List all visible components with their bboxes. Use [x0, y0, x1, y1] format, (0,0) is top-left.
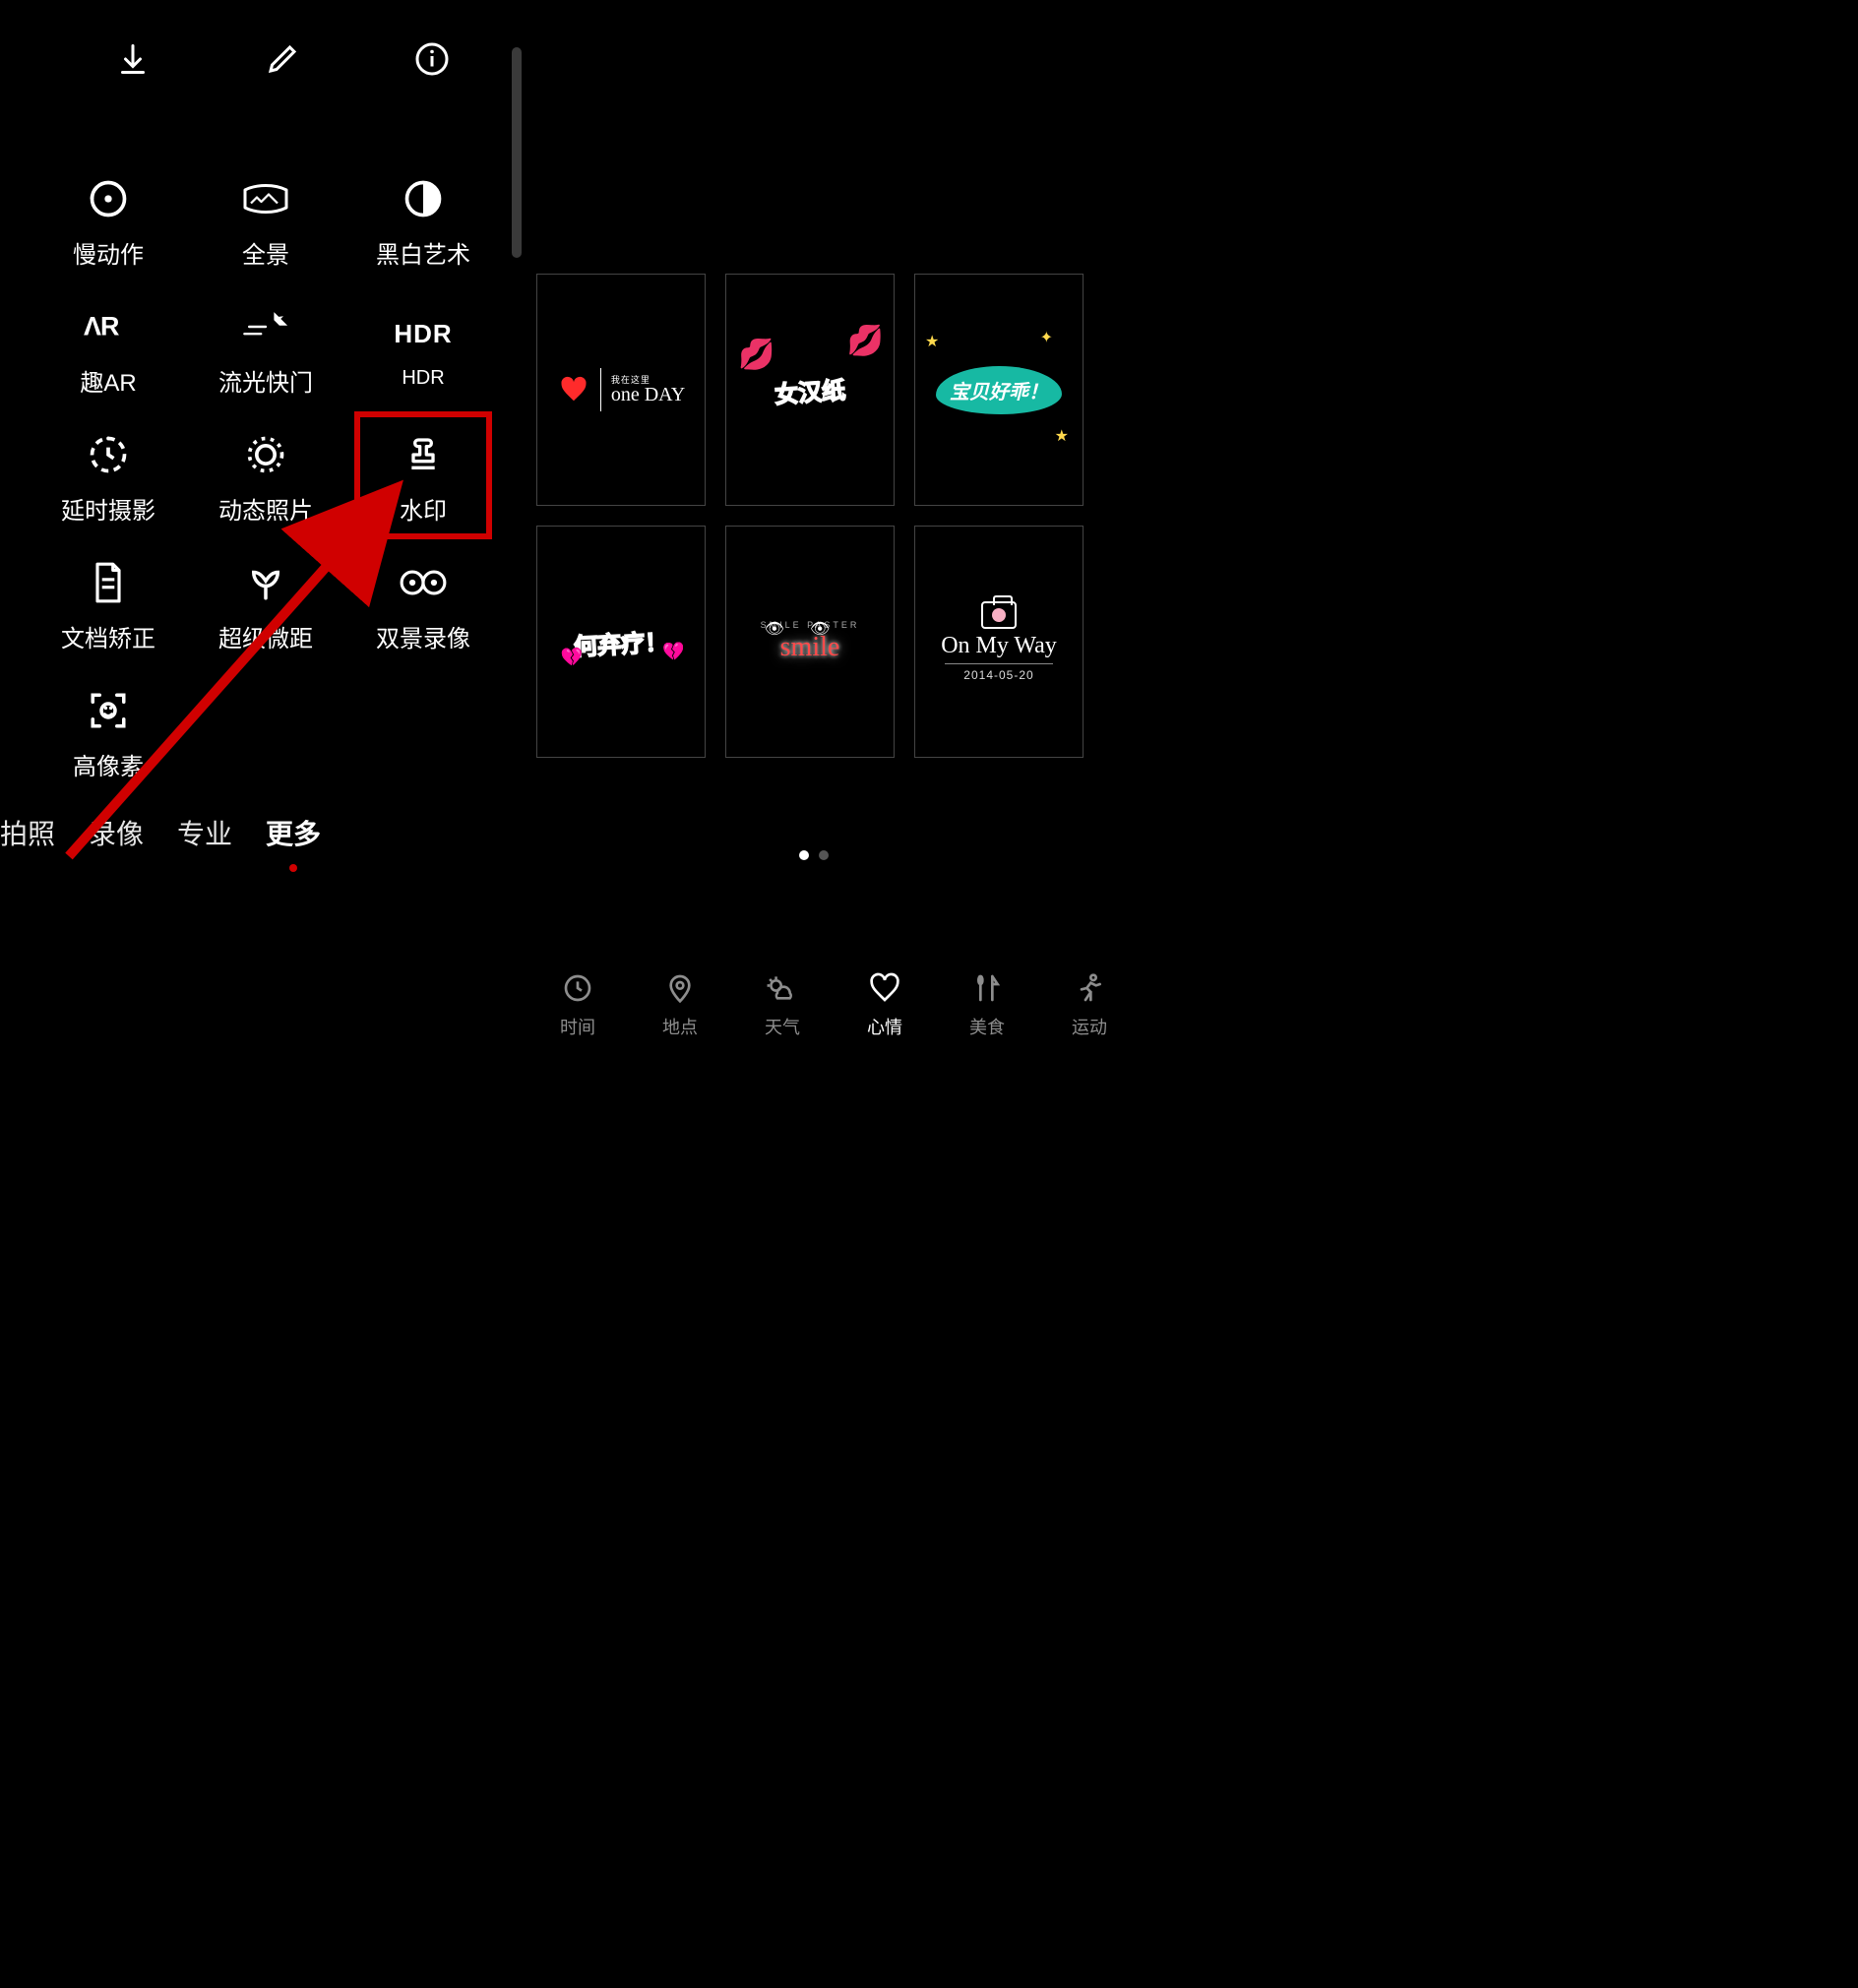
- mode-label: 高像素: [73, 747, 144, 781]
- watermark-picker: 我在这里 one DAY 💋 💋 女汉纸 ★ ★ ✦ 宝贝好乖！ 💔 何弃疗！ …: [536, 274, 1085, 776]
- weather-icon: [765, 970, 800, 1006]
- watermark-text: 女汉纸: [774, 370, 846, 409]
- tab-video[interactable]: 录像: [89, 813, 144, 852]
- category-label: 美食: [969, 1014, 1005, 1039]
- mode-label: 趣AR: [80, 363, 136, 398]
- mode-label: 慢动作: [73, 235, 144, 270]
- mode-hires[interactable]: 高像素: [30, 669, 187, 797]
- lighttrail-icon: [241, 302, 290, 351]
- mode-ar[interactable]: ΛR 趣AR: [30, 285, 187, 413]
- heart-icon: [557, 375, 590, 404]
- watermark-date: 2014-05-20: [963, 668, 1033, 682]
- location-icon: [662, 970, 698, 1006]
- mode-label: 双景录像: [376, 619, 470, 653]
- category-weather[interactable]: 天气: [751, 970, 814, 1039]
- mode-bw[interactable]: 黑白艺术: [344, 157, 502, 285]
- contrast-icon: [399, 174, 448, 223]
- category-label: 地点: [662, 1014, 698, 1039]
- mode-slowmo[interactable]: 慢动作: [30, 157, 187, 285]
- mode-hdr[interactable]: HDR HDR: [344, 285, 502, 413]
- mode-macro[interactable]: 超级微距: [187, 541, 344, 669]
- category-place[interactable]: 地点: [649, 970, 712, 1039]
- mode-movingpic[interactable]: 动态照片: [187, 413, 344, 541]
- watermark-grid: 我在这里 one DAY 💋 💋 女汉纸 ★ ★ ✦ 宝贝好乖！ 💔 何弃疗！ …: [536, 274, 1085, 758]
- mode-label: 动态照片: [218, 491, 313, 526]
- page-dot[interactable]: [819, 850, 829, 860]
- category-sport[interactable]: 运动: [1058, 970, 1121, 1039]
- ar-icon: ΛR: [84, 302, 133, 351]
- category-label: 运动: [1072, 1014, 1107, 1039]
- page-dot[interactable]: [799, 850, 809, 860]
- slowmo-icon: [84, 174, 133, 223]
- mode-label: 全景: [242, 235, 289, 270]
- watermark-text: On My Way: [941, 633, 1057, 659]
- watermark-heqiliao[interactable]: 💔 何弃疗！ 💔: [536, 526, 706, 758]
- mode-label: 黑白艺术: [376, 235, 470, 270]
- category-label: 时间: [560, 1014, 595, 1039]
- mode-label: 文档矫正: [61, 619, 155, 653]
- document-icon: [84, 558, 133, 607]
- category-mood[interactable]: 心情: [853, 970, 916, 1039]
- category-food[interactable]: 美食: [956, 970, 1019, 1039]
- category-time[interactable]: 时间: [546, 970, 609, 1039]
- star-icon: ✦: [1040, 328, 1053, 347]
- timelapse-icon: [84, 430, 133, 479]
- mode-label: 延时摄影: [61, 491, 155, 526]
- svg-text:ΛR: ΛR: [84, 312, 119, 342]
- mode-watermark[interactable]: 水印: [344, 413, 502, 541]
- watermark-category-row: 时间 地点 天气 心情 美食 运动: [546, 970, 1121, 1039]
- mode-label: 水印: [400, 491, 447, 526]
- hdr-icon: HDR: [399, 310, 448, 359]
- mode-panorama[interactable]: 全景: [187, 157, 344, 285]
- tab-more[interactable]: 更多: [266, 813, 321, 852]
- camera-more-panel: 慢动作 全景 黑白艺术 ΛR 趣AR 流光快门: [0, 0, 512, 856]
- download-icon[interactable]: [113, 39, 153, 79]
- watermark-nvhanzi[interactable]: 💋 💋 女汉纸: [725, 274, 895, 506]
- broken-heart-icon: 💔: [560, 647, 583, 668]
- tab-pro[interactable]: 专业: [177, 813, 232, 852]
- watermark-smile[interactable]: SMILE PASTER 👁👁 smile: [725, 526, 895, 758]
- mode-dualview[interactable]: 双景录像: [344, 541, 502, 669]
- camera-mode-tabs: 拍照 录像 专业 更多: [0, 813, 321, 852]
- tab-photo[interactable]: 拍照: [0, 813, 55, 852]
- dualview-icon: [399, 558, 448, 607]
- mode-lightpaint[interactable]: 流光快门: [187, 285, 344, 413]
- mode-label: 流光快门: [218, 363, 313, 398]
- camera-icon: [981, 601, 1017, 629]
- watermark-text: 宝贝好乖！: [936, 366, 1062, 414]
- star-icon: ★: [925, 332, 939, 351]
- mode-grid: 慢动作 全景 黑白艺术 ΛR 趣AR 流光快门: [30, 157, 502, 797]
- broken-heart-icon: 💔: [662, 641, 685, 662]
- hires-icon: [84, 686, 133, 735]
- flower-icon: [241, 558, 290, 607]
- top-icon-row: [113, 39, 452, 79]
- category-label: 天气: [765, 1014, 800, 1039]
- mode-sublabel: HDR: [402, 367, 444, 390]
- watermark-oneday[interactable]: 我在这里 one DAY: [536, 274, 706, 506]
- watermark-baobei[interactable]: ★ ★ ✦ 宝贝好乖！: [914, 274, 1084, 506]
- mode-label: 超级微距: [218, 619, 313, 653]
- watermark-text: smile: [780, 632, 840, 663]
- food-icon: [969, 970, 1005, 1006]
- scroll-indicator: [512, 47, 522, 258]
- info-icon[interactable]: [412, 39, 452, 79]
- edit-icon[interactable]: [263, 39, 302, 79]
- running-icon: [1072, 970, 1107, 1006]
- stamp-icon: [399, 430, 448, 479]
- kiss-icon: 💋: [847, 324, 884, 358]
- mode-timelapse[interactable]: 延时摄影: [30, 413, 187, 541]
- star-icon: ★: [1055, 426, 1069, 446]
- category-label: 心情: [867, 1014, 902, 1039]
- watermark-text: one DAY: [611, 385, 685, 404]
- watermark-onmyway[interactable]: On My Way 2014-05-20: [914, 526, 1084, 758]
- clock-icon: [560, 970, 595, 1006]
- page-indicator: [799, 850, 829, 860]
- mode-docfix[interactable]: 文档矫正: [30, 541, 187, 669]
- panorama-icon: [241, 174, 290, 223]
- movingpic-icon: [241, 430, 290, 479]
- kiss-icon: 💋: [738, 338, 774, 372]
- watermark-text: 💔 何弃疗！ 💔: [573, 622, 669, 661]
- heart-icon: [867, 970, 902, 1006]
